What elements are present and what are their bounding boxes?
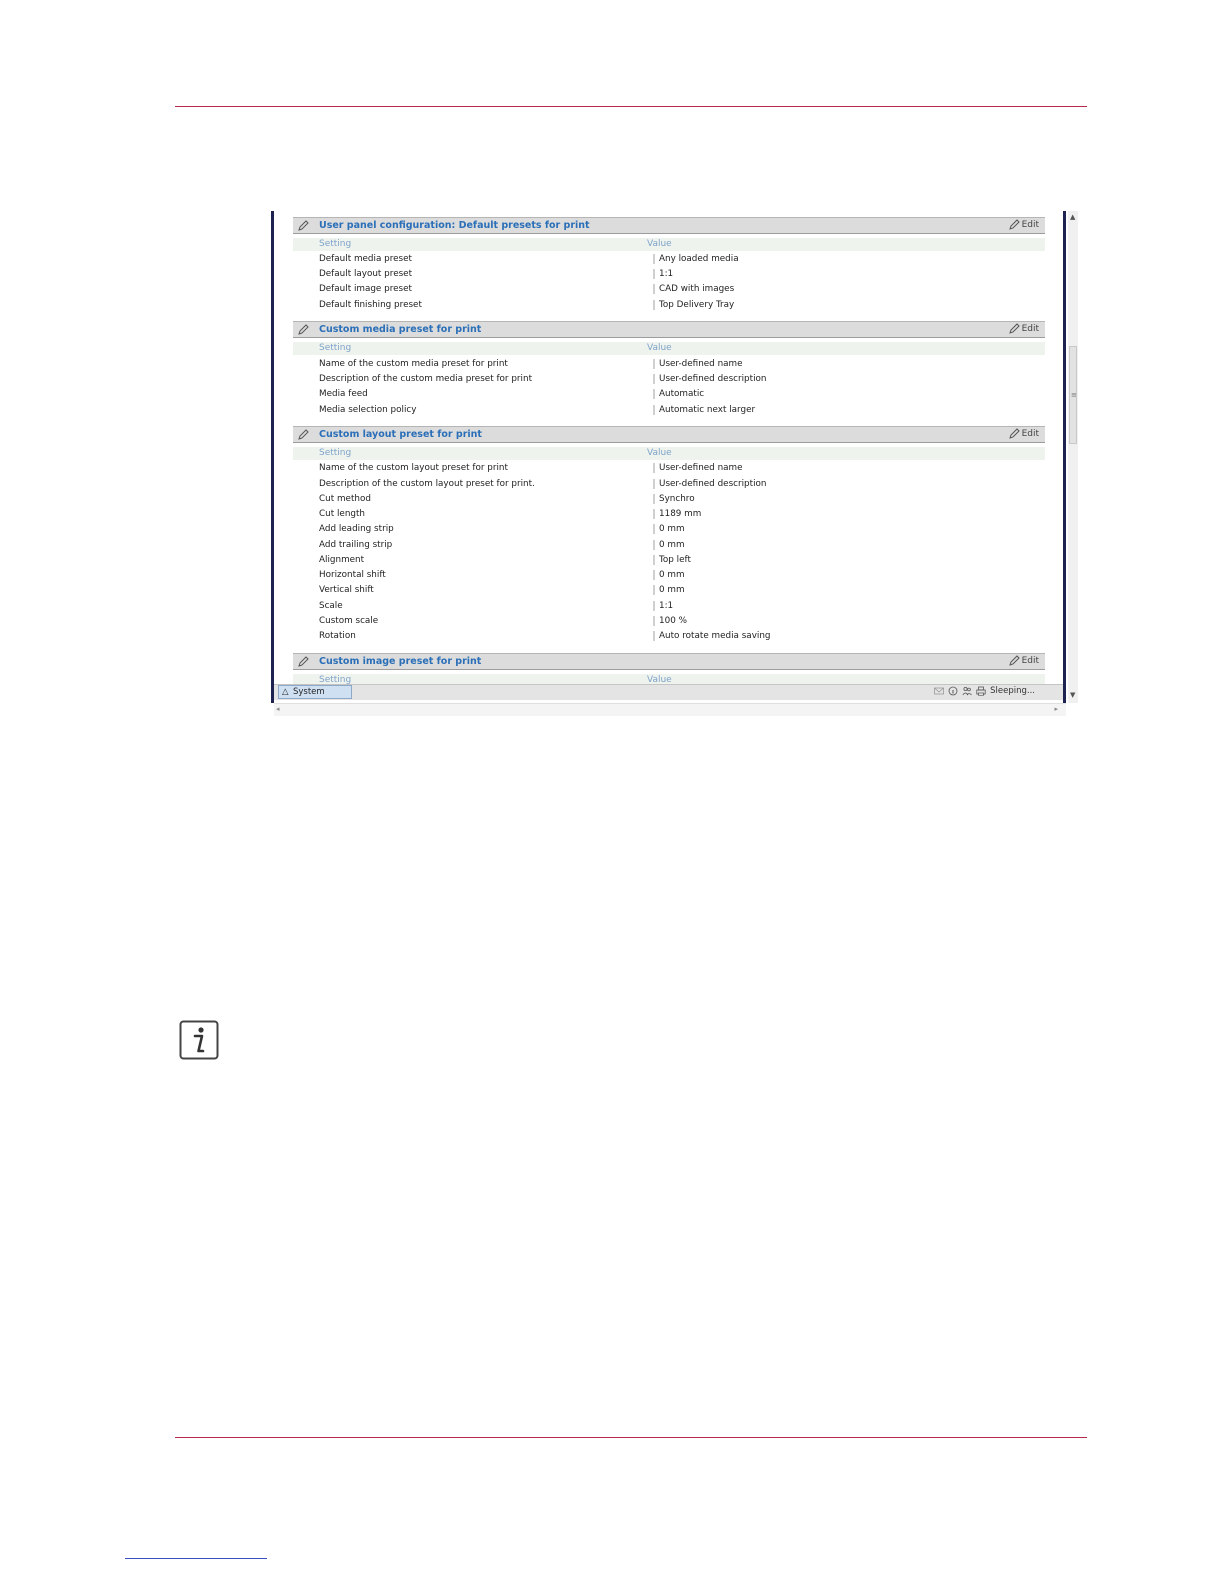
- table-row: Description of the custom media preset f…: [319, 374, 767, 384]
- section-title: User panel configuration: Default preset…: [319, 220, 590, 231]
- edit-button[interactable]: Edit: [1008, 323, 1039, 335]
- scroll-up-icon[interactable]: ▲: [1070, 213, 1075, 221]
- table-row: Description of the custom layout preset …: [319, 479, 767, 489]
- column-header: Setting Value: [293, 238, 1045, 251]
- footer-link-underline: [125, 1558, 267, 1559]
- section-header-default-presets[interactable]: User panel configuration: Default preset…: [293, 217, 1045, 234]
- settings-screenshot: User panel configuration: Default preset…: [271, 211, 1080, 716]
- table-row: Alignment Top left: [319, 555, 691, 565]
- column-setting: Setting: [319, 239, 352, 249]
- edit-button[interactable]: Edit: [1008, 655, 1039, 667]
- table-row: Media selection policy Automatic next lar…: [319, 405, 756, 415]
- pencil-icon: [298, 656, 309, 667]
- system-tab[interactable]: △ System: [278, 685, 352, 699]
- column-header: Setting Value: [293, 342, 1045, 355]
- footer-rule: [175, 1437, 1087, 1438]
- envelope-icon[interactable]: [934, 686, 945, 696]
- column-setting: Setting: [319, 343, 352, 353]
- table-row: Add leading strip 0 mm: [319, 524, 685, 534]
- frame-right-border: [1063, 211, 1066, 703]
- table-row: Media feed Automatic: [319, 389, 705, 399]
- pencil-icon: [298, 220, 309, 231]
- table-row: Cut method Synchro: [319, 494, 695, 504]
- section-title: Custom layout preset for print: [319, 429, 482, 440]
- table-row: Default finishing preset Top Delivery Tra…: [319, 300, 735, 310]
- table-row: Scale 1:1: [319, 601, 674, 611]
- header-rule: [175, 106, 1087, 107]
- column-setting: Setting: [319, 448, 352, 458]
- table-row: Default layout preset 1:1: [319, 269, 674, 279]
- vertical-scrollbar[interactable]: ▲ ≡ ▼: [1068, 211, 1078, 703]
- triangle-up-icon: △: [282, 687, 289, 697]
- pencil-icon: [1008, 428, 1020, 439]
- table-row: Default image preset CAD with images: [319, 284, 735, 294]
- pencil-icon: [1008, 323, 1020, 334]
- table-row: Default media preset Any loaded media: [319, 254, 739, 264]
- horizontal-scrollbar[interactable]: ◂ ▸: [274, 703, 1066, 716]
- grip-icon: ≡: [1071, 391, 1077, 399]
- table-row: Horizontal shift 0 mm: [319, 570, 685, 580]
- scroll-down-icon[interactable]: ▼: [1070, 691, 1075, 699]
- section-title: Custom media preset for print: [319, 324, 482, 335]
- section-header-custom-layout[interactable]: Custom layout preset for print Edit: [293, 426, 1045, 443]
- frame-left-border: [271, 211, 274, 703]
- status-bar: △ System Sleeping...: [274, 684, 1063, 700]
- column-value: Value: [647, 448, 672, 458]
- column-value: Value: [647, 239, 672, 249]
- table-row: Custom scale 100 %: [319, 616, 687, 626]
- table-row: Cut length 1189 mm: [319, 509, 702, 519]
- column-value: Value: [647, 675, 672, 684]
- table-row: Rotation Auto rotate media saving: [319, 631, 771, 641]
- column-value: Value: [647, 343, 672, 353]
- note-info-icon: [179, 1020, 219, 1060]
- pencil-icon: [298, 429, 309, 440]
- section-header-custom-media[interactable]: Custom media preset for print Edit: [293, 321, 1045, 338]
- section-header-custom-image[interactable]: Custom image preset for print Edit: [293, 653, 1045, 670]
- pencil-icon: [298, 324, 309, 335]
- table-row: Name of the custom media preset for prin…: [319, 359, 743, 369]
- pencil-icon: [1008, 655, 1020, 666]
- printer-icon[interactable]: [976, 686, 986, 696]
- printer-status-text: Sleeping...: [990, 686, 1035, 696]
- section-title: Custom image preset for print: [319, 656, 482, 667]
- scroll-left-icon[interactable]: ◂: [276, 705, 280, 713]
- column-header: Setting Value: [293, 674, 1045, 684]
- edit-button[interactable]: Edit: [1008, 219, 1039, 231]
- edit-button[interactable]: Edit: [1008, 428, 1039, 440]
- table-row: Name of the custom layout preset for pri…: [319, 463, 743, 473]
- scroll-thumb[interactable]: ≡: [1069, 346, 1077, 444]
- status-icons: Sleeping...: [934, 686, 1035, 696]
- info-status-icon[interactable]: [948, 686, 958, 696]
- table-row: Add trailing strip 0 mm: [319, 540, 685, 550]
- table-row: Vertical shift 0 mm: [319, 585, 685, 595]
- column-setting: Setting: [319, 675, 352, 684]
- users-icon[interactable]: [962, 686, 972, 696]
- pencil-icon: [1008, 219, 1020, 230]
- settings-panel: User panel configuration: Default preset…: [293, 214, 1045, 684]
- column-header: Setting Value: [293, 447, 1045, 460]
- scroll-right-icon[interactable]: ▸: [1054, 705, 1058, 713]
